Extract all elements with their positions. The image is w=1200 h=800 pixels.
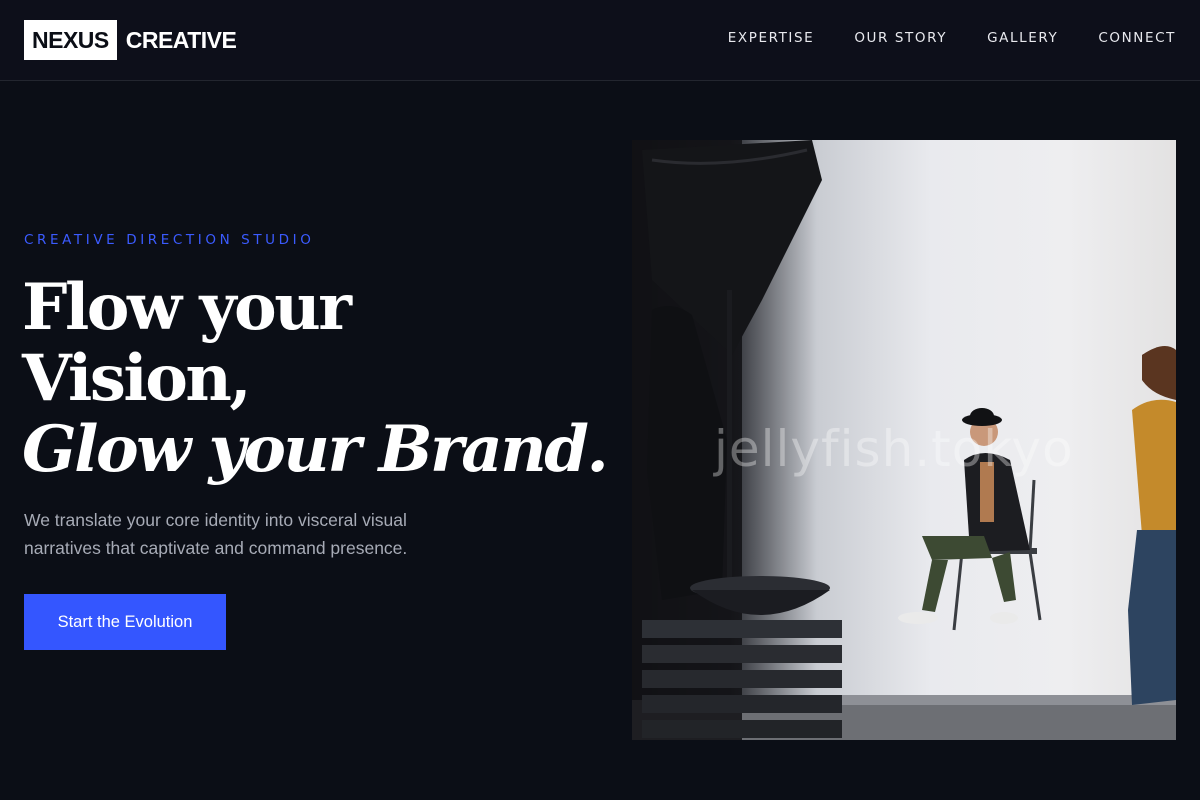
nav-item-gallery[interactable]: GALLERY	[987, 28, 1058, 48]
headline-line-3: Glow your Brand.	[22, 412, 609, 487]
nav-item-expertise[interactable]: EXPERTISE	[728, 28, 815, 48]
description-line-1: We translate your core identity into vis…	[24, 510, 407, 530]
headline-line-1: Flow your	[22, 270, 352, 345]
headline-line-2: Vision,	[22, 341, 252, 416]
logo-box: NEXUS	[24, 20, 117, 60]
hero-headline: Flow your Vision, Glow your Brand.	[22, 270, 609, 487]
hero-photo: jellyfish.tokyo	[632, 140, 1176, 740]
description-line-2: narratives that captivate and command pr…	[24, 538, 408, 558]
logo-word: CREATIVE	[125, 27, 237, 53]
site-header: NEXUS CREATIVE EXPERTISE OUR STORY GALLE…	[0, 0, 1200, 81]
nav-item-connect[interactable]: CONNECT	[1098, 28, 1176, 48]
main-nav: EXPERTISE OUR STORY GALLERY CONNECT	[728, 28, 1176, 48]
nav-item-our-story[interactable]: OUR STORY	[854, 28, 947, 48]
hero-eyebrow: CREATIVE DIRECTION STUDIO	[24, 232, 315, 248]
start-evolution-button[interactable]: Start the Evolution	[24, 594, 226, 650]
photo-watermark: jellyfish.tokyo	[714, 420, 1074, 478]
hero-description: We translate your core identity into vis…	[24, 506, 494, 562]
logo[interactable]: NEXUS CREATIVE	[24, 20, 237, 60]
